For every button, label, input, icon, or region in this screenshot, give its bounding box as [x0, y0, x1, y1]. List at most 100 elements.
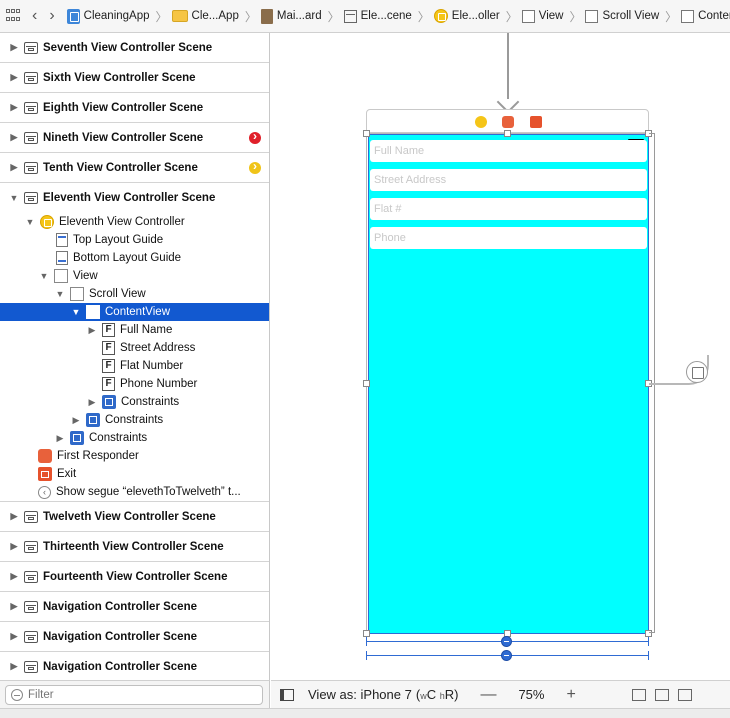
disclosure-triangle-open-icon[interactable]: ▼	[70, 307, 82, 317]
tree-item-view-controller[interactable]: ▼ Eleventh View Controller	[0, 213, 269, 231]
disclosure-triangle-icon[interactable]: ▶	[8, 42, 20, 53]
resize-handle[interactable]	[504, 130, 511, 137]
disclosure-triangle-icon[interactable]: ▶	[8, 162, 20, 173]
full-name-text-field[interactable]: Full Name	[370, 140, 647, 162]
flat-text-field[interactable]: Flat #	[370, 198, 647, 220]
resize-handle[interactable]	[363, 380, 370, 387]
disclosure-triangle-icon[interactable]: ▶	[8, 132, 20, 143]
tree-item-view[interactable]: ▼ View	[0, 267, 269, 285]
tree-item-constraints[interactable]: ▶ Constraints	[0, 429, 269, 447]
scene-row[interactable]: ▶ Nineth View Controller Scene	[0, 123, 269, 153]
tree-item-top-layout-guide[interactable]: Top Layout Guide	[0, 231, 269, 249]
first-responder-icon	[38, 449, 52, 463]
issue-arrow-badge-icon[interactable]	[249, 159, 261, 174]
related-items-grid-icon[interactable]	[6, 9, 20, 23]
zoom-out-button[interactable]: —	[480, 686, 496, 704]
crumb-content-view[interactable]: ContentView	[681, 9, 730, 23]
scene-icon	[24, 660, 38, 673]
disclosure-triangle-icon[interactable]: ▶	[86, 397, 98, 408]
align-icon[interactable]	[654, 688, 669, 701]
tree-item-content-view[interactable]: ▼ ContentView	[0, 303, 269, 321]
disclosure-triangle-open-icon[interactable]: ▼	[8, 193, 20, 203]
back-chevron-icon[interactable]: ‹	[32, 8, 37, 24]
device-frame: Full Name Street Address Flat # Phone	[366, 133, 649, 634]
disclosure-triangle-icon[interactable]: ▶	[8, 661, 20, 672]
tree-item-constraints[interactable]: ▶ Constraints	[0, 393, 269, 411]
segue-push-icon[interactable]	[686, 361, 708, 383]
scene-row[interactable]: ▶ Navigation Controller Scene	[0, 652, 269, 680]
tree-item-first-responder[interactable]: First Responder	[0, 447, 269, 465]
disclosure-triangle-icon[interactable]: ▶	[8, 511, 20, 522]
tree-item-flat-number[interactable]: F Flat Number	[0, 357, 269, 375]
crumb-group[interactable]: Cle...App	[171, 10, 239, 22]
text-field-icon: F	[102, 359, 115, 373]
forward-chevron-icon[interactable]: ›	[49, 8, 54, 24]
disclosure-triangle-open-icon[interactable]: ▼	[54, 289, 66, 299]
crumb-separator: 〉	[327, 9, 340, 24]
tree-item-street-address[interactable]: F Street Address	[0, 339, 269, 357]
tree-item-bottom-layout-guide[interactable]: Bottom Layout Guide	[0, 249, 269, 267]
filter-field[interactable]	[5, 684, 263, 705]
crumb-view[interactable]: View	[521, 9, 563, 23]
disclosure-triangle-icon[interactable]: ▶	[8, 631, 20, 642]
scene-row-expanded[interactable]: ▼ Eleventh View Controller Scene	[0, 183, 269, 213]
view-as-label[interactable]: View as: iPhone 7	[308, 687, 412, 702]
scene-row[interactable]: ▶ Eighth View Controller Scene	[0, 93, 269, 123]
crumb-scroll-view[interactable]: Scroll View	[585, 9, 659, 23]
crumb-storyboard[interactable]: Mai...ard	[260, 8, 322, 24]
warning-arrow-badge-icon[interactable]	[249, 129, 261, 144]
disclosure-triangle-icon[interactable]: ▶	[8, 571, 20, 582]
scene-icon	[24, 540, 38, 553]
content-view[interactable]: Full Name Street Address Flat # Phone	[368, 134, 649, 634]
tree-item-scroll-view[interactable]: ▼ Scroll View	[0, 285, 269, 303]
disclosure-triangle-icon[interactable]: ▶	[8, 102, 20, 113]
segue-arrow-line[interactable]	[507, 33, 509, 99]
scene-row[interactable]: ▶ Navigation Controller Scene	[0, 592, 269, 622]
disclosure-triangle-icon[interactable]: ▶	[86, 325, 98, 336]
first-responder-icon[interactable]	[502, 116, 514, 128]
filter-input[interactable]	[28, 688, 248, 701]
resize-handle[interactable]	[363, 630, 370, 637]
crumb-separator: 〉	[505, 9, 518, 24]
pin-icon[interactable]	[677, 688, 692, 701]
tree-item-phone-number[interactable]: F Phone Number	[0, 375, 269, 393]
crumb-scene[interactable]: Ele...cene	[343, 9, 412, 23]
resize-handle[interactable]	[363, 130, 370, 137]
street-address-text-field[interactable]: Street Address	[370, 169, 647, 191]
crumb-project[interactable]: CleaningApp	[66, 8, 150, 24]
scene-row[interactable]: ▶ Sixth View Controller Scene	[0, 63, 269, 93]
tree-item-segue[interactable]: ‹ Show segue “elevethToTwelveth” t...	[0, 483, 269, 502]
disclosure-triangle-icon[interactable]: ▶	[8, 601, 20, 612]
tree-item-exit[interactable]: Exit	[0, 465, 269, 483]
document-outline-toggle-icon[interactable]	[280, 688, 294, 701]
scene-row[interactable]: ▶ Tenth View Controller Scene	[0, 153, 269, 183]
storyboard-canvas[interactable]: Full Name Street Address Flat # Phone	[271, 33, 730, 680]
size-class[interactable]: (wC hR)	[416, 687, 459, 702]
scene-row[interactable]: ▶ Seventh View Controller Scene	[0, 33, 269, 63]
disclosure-triangle-open-icon[interactable]: ▼	[38, 271, 50, 281]
disclosure-triangle-icon[interactable]: ▶	[54, 433, 66, 444]
phone-text-field[interactable]: Phone	[370, 227, 647, 249]
constraint-dot-icon[interactable]	[501, 650, 512, 661]
disclosure-triangle-open-icon[interactable]: ▼	[24, 217, 36, 227]
view-controller-icon[interactable]	[475, 116, 487, 128]
constraint-dot-icon[interactable]	[501, 636, 512, 647]
scene-row[interactable]: ▶ Thirteenth View Controller Scene	[0, 532, 269, 562]
disclosure-triangle-icon[interactable]: ▶	[8, 541, 20, 552]
scene-icon	[24, 161, 38, 174]
crumb-view-controller[interactable]: Ele...oller	[433, 9, 500, 23]
scene-row[interactable]: ▶ Twelveth View Controller Scene	[0, 502, 269, 532]
disclosure-triangle-icon[interactable]: ▶	[70, 415, 82, 426]
scene-icon	[24, 600, 38, 613]
zoom-in-button[interactable]: +	[566, 686, 575, 704]
constraints-icon	[70, 431, 84, 445]
disclosure-triangle-icon[interactable]: ▶	[8, 72, 20, 83]
tree-item-constraints[interactable]: ▶ Constraints	[0, 411, 269, 429]
view-icon	[86, 305, 100, 319]
scene-row[interactable]: ▶ Fourteenth View Controller Scene	[0, 562, 269, 592]
embed-in-stack-icon[interactable]	[631, 688, 646, 701]
tree-item-full-name[interactable]: ▶ F Full Name	[0, 321, 269, 339]
exit-icon[interactable]	[530, 116, 542, 128]
crumb-separator: 〉	[155, 9, 168, 24]
scene-row[interactable]: ▶ Navigation Controller Scene	[0, 622, 269, 652]
